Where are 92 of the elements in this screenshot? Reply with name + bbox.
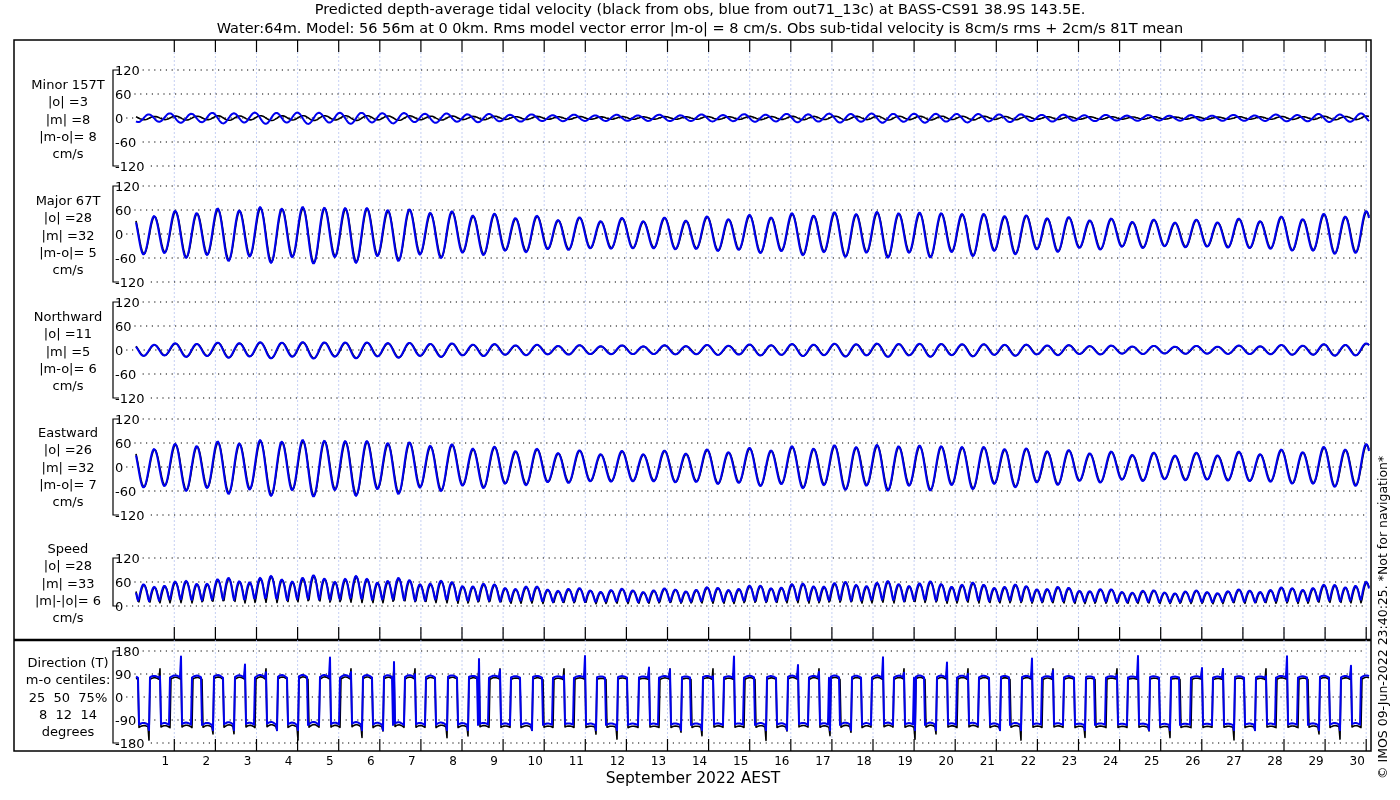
axis-tick-label: 60: [115, 319, 132, 334]
axis-tick-label: 0: [115, 690, 124, 705]
axis-tick-label: 0: [115, 599, 124, 614]
panel-label: degrees: [41, 724, 95, 740]
axis-tick-label: 60: [115, 203, 132, 218]
panel-label: |m| =33: [41, 575, 95, 591]
axis-tick-label: 18: [856, 754, 872, 768]
axis-tick-label: 1: [161, 754, 170, 768]
axis-tick-label: -180: [115, 736, 145, 751]
axis-tick-label: 120: [115, 63, 140, 78]
panel-label: |o| =3: [48, 94, 88, 110]
axis-tick-label: 14: [691, 754, 708, 768]
chart-title: Water:64m. Model: 56 56m at 0 0km. Rms model vector error |m-o| = 8 cm/s. Obs sub-tidal velocity is 8cm/s rms + 2cm/s 81T mean: [216, 20, 1184, 36]
axis-tick-label: 26: [1185, 754, 1201, 768]
axis-tick-label: 120: [115, 551, 140, 566]
axis-tick-label: 3: [243, 754, 252, 768]
axis-tick-label: 60: [115, 436, 132, 451]
panel-label: |m| =5: [45, 343, 91, 359]
axis-tick-label: 60: [115, 575, 132, 590]
axis-tick-label: 60: [115, 87, 132, 102]
panel-label: Direction (T): [27, 655, 109, 670]
axis-tick-label: 30: [1349, 754, 1365, 768]
panel-label: m-o centiles:: [25, 672, 111, 688]
axis-tick-label: 7: [408, 754, 416, 768]
axis-tick-label: 120: [115, 179, 140, 194]
panel-label: |m|-|o|= 6: [34, 592, 102, 608]
axis-tick-label: 12: [609, 754, 626, 768]
axis-tick-label: 23: [1061, 754, 1078, 768]
axis-tick-label: 16: [774, 754, 790, 768]
axis-tick-label: 6: [367, 754, 375, 768]
axis-tick-label: 0: [115, 111, 124, 126]
axis-tick-label: 0: [115, 227, 124, 242]
axis-tick-label: -60: [115, 367, 137, 382]
panel-label: 25 50 75%: [28, 689, 108, 705]
axis-tick-label: 24: [1102, 754, 1119, 768]
axis-tick-label: -90: [115, 713, 137, 728]
panel-label: |m-o|= 7: [39, 476, 97, 492]
panel-label: Speed: [47, 541, 89, 556]
axis-tick-label: 180: [115, 644, 140, 659]
axis-tick-label: 0: [115, 460, 124, 475]
panel-label: |o| =26: [43, 442, 93, 458]
axis-tick-label: -60: [115, 135, 137, 150]
axis-tick-label: 11: [568, 754, 584, 768]
axis-tick-label: -120: [115, 275, 145, 290]
axis-tick-label: 17: [815, 754, 831, 768]
axis-tick-label: 27: [1226, 754, 1242, 768]
panel-label: Major 67T: [35, 193, 101, 208]
axis-tick-label: -60: [115, 484, 137, 499]
panel-label: Minor 157T: [31, 77, 105, 92]
axis-tick-label: 25: [1144, 754, 1160, 768]
panel-label: |m-o|= 5: [39, 244, 97, 260]
axis-tick-label: 120: [115, 412, 140, 427]
axis-tick-label: 90: [115, 667, 132, 682]
panel-label: cm/s: [52, 262, 84, 278]
axis-tick-label: 9: [490, 754, 498, 768]
panel-label: cm/s: [52, 378, 84, 394]
axis-tick-label: 4: [284, 754, 293, 768]
axis-tick-label: 8: [449, 754, 457, 768]
panel-label: cm/s: [52, 146, 84, 162]
panel-label: |m-o|= 6: [39, 360, 97, 376]
panel-label: |o| =11: [43, 326, 93, 342]
axis-tick-label: 5: [325, 754, 334, 768]
axis-tick-label: -120: [115, 159, 145, 174]
axis-tick-label: 22: [1020, 754, 1037, 768]
panel-label: cm/s: [52, 610, 84, 626]
panel-label: 8 12 14: [39, 706, 97, 722]
axis-tick-label: 10: [527, 754, 543, 768]
axis-tick-label: 21: [979, 754, 995, 768]
axis-tick-label: 0: [115, 343, 124, 358]
panel-label: cm/s: [52, 494, 84, 510]
panel-label: |m| =8: [45, 111, 91, 127]
axis-tick-label: 120: [115, 295, 140, 310]
panel-label: |o| =28: [43, 558, 93, 574]
panel-label: Eastward: [38, 425, 98, 440]
panel-label: |o| =28: [43, 210, 93, 226]
axis-tick-label: 29: [1308, 754, 1324, 768]
axis-tick-label: 28: [1267, 754, 1283, 768]
chart-title: Predicted depth-average tidal velocity (black from obs, blue from out71_13c) at BASS-CS91 38.9S 143.5E.: [314, 1, 1086, 17]
axis-tick-label: 20: [938, 754, 954, 768]
panel-label: |m-o|= 8: [39, 128, 97, 144]
axis-tick-label: -120: [115, 391, 145, 406]
axis-tick-label: 15: [733, 754, 749, 768]
copyright-note: © IMOS 09-Jun-2022 23:40:25. *Not for navigation*: [1375, 455, 1390, 779]
x-axis-label: September 2022 AEST: [605, 769, 781, 787]
panel-label: |m| =32: [41, 459, 95, 475]
axis-tick-label: 13: [650, 754, 667, 768]
axis-tick-label: 19: [897, 754, 913, 768]
axis-tick-label: -120: [115, 508, 145, 523]
panel-label: Northward: [33, 309, 103, 324]
axis-tick-label: -60: [115, 251, 137, 266]
panel-label: |m| =32: [41, 227, 95, 243]
axis-tick-label: 2: [202, 754, 211, 768]
